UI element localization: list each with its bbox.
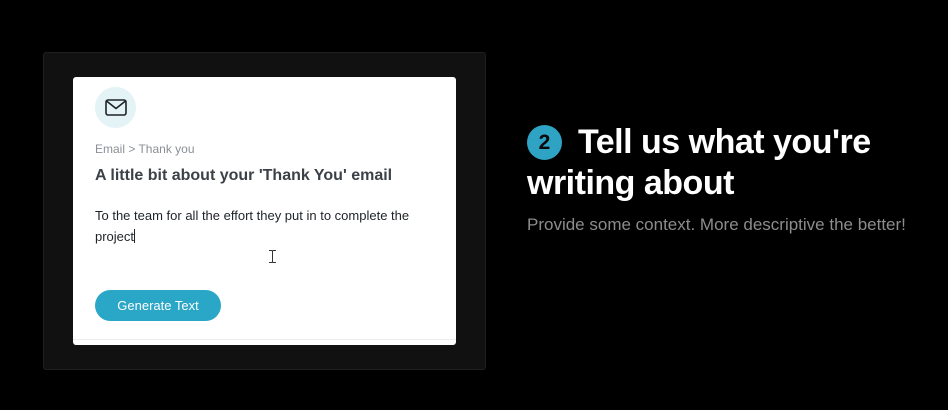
- card-title: A little bit about your 'Thank You' emai…: [95, 167, 393, 184]
- ibeam-cursor-icon: [269, 250, 276, 263]
- context-input[interactable]: To the team for all the effort they put …: [95, 205, 440, 247]
- generate-text-button[interactable]: Generate Text: [95, 290, 221, 321]
- envelope-icon-badge: [95, 87, 136, 128]
- card-divider: [73, 339, 456, 340]
- envelope-icon: [104, 99, 127, 116]
- text-caret: [134, 229, 136, 243]
- breadcrumb[interactable]: Email > Thank you: [95, 142, 195, 156]
- context-input-value: To the team for all the effort they put …: [95, 208, 410, 244]
- email-generator-card: Email > Thank you A little bit about you…: [73, 77, 456, 345]
- step-heading: Tell us what you're writing about: [527, 123, 871, 202]
- feature-showcase: Email > Thank you A little bit about you…: [0, 0, 948, 410]
- step-description: Provide some context. More descriptive t…: [527, 215, 906, 234]
